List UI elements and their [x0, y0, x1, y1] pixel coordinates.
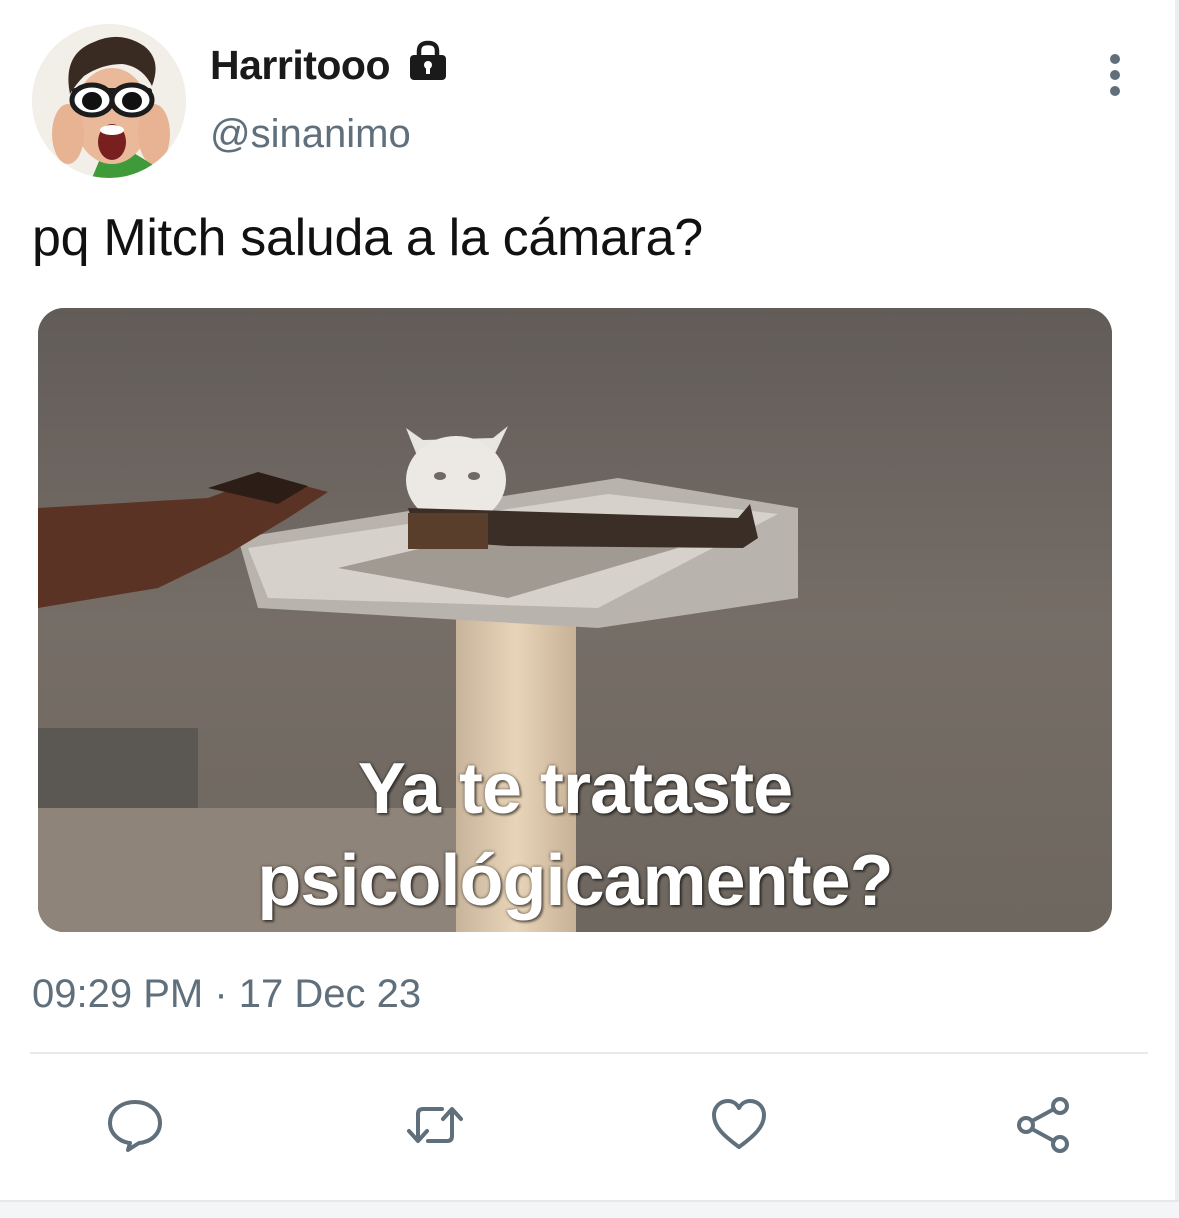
- meme-caption-line-2: psicológicamente?: [257, 841, 893, 921]
- heart-icon: [712, 1099, 766, 1149]
- divider: [30, 1052, 1148, 1054]
- meme-cat-with-shotgun-image: [38, 308, 1112, 932]
- tweet-media-image[interactable]: Ya te trataste psicológicamente?: [38, 308, 1112, 932]
- card-bottom-border: [0, 1200, 1179, 1218]
- tweet-card: Harritooo @sinanimo pq Mitch saluda a la…: [0, 0, 1179, 1218]
- like-button[interactable]: [710, 1096, 768, 1154]
- user-handle[interactable]: @sinanimo: [210, 112, 411, 157]
- reply-icon: [108, 1100, 162, 1152]
- tweet-text: pq Mitch saluda a la cámara?: [32, 209, 703, 267]
- card-edge: [1175, 0, 1179, 1218]
- share-icon: [1017, 1097, 1069, 1153]
- avatar[interactable]: [32, 24, 186, 178]
- reply-button[interactable]: [106, 1096, 164, 1154]
- share-button[interactable]: [1014, 1096, 1072, 1154]
- tweet-timestamp[interactable]: 09:29 PM · 17 Dec 23: [32, 972, 421, 1017]
- retweet-icon: [407, 1107, 463, 1143]
- display-name[interactable]: Harritooo: [210, 42, 391, 89]
- retweet-button[interactable]: [406, 1096, 464, 1154]
- lock-icon: [406, 38, 450, 82]
- meme-caption-line-1: Ya te trataste: [357, 749, 793, 829]
- more-options-icon[interactable]: [1098, 52, 1132, 98]
